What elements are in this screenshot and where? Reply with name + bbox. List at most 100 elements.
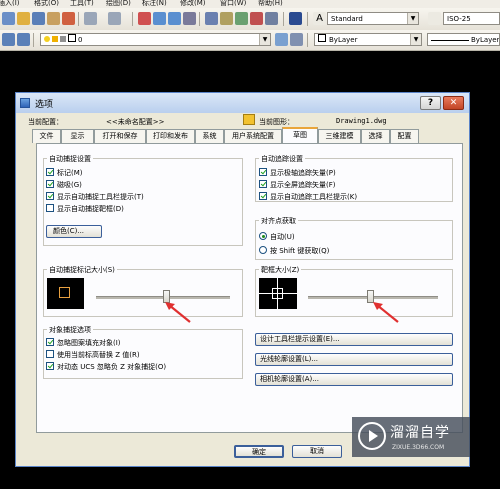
color-button[interactable]: 颜色(C)...	[46, 225, 102, 238]
shift-acquire-radio[interactable]	[259, 246, 267, 254]
autotrack-tooltip-checkbox[interactable]	[259, 192, 267, 200]
tool-palette-icon[interactable]	[235, 12, 248, 25]
dialog-title-bar[interactable]: 选项 ? ✕	[16, 93, 469, 113]
new-icon[interactable]	[2, 12, 15, 25]
tab-plot-publish[interactable]: 打印和发布	[146, 129, 195, 143]
dim-style-icon[interactable]	[428, 12, 441, 25]
autosnap-tooltip-checkbox[interactable]	[46, 192, 54, 200]
design-center-icon[interactable]	[220, 12, 233, 25]
separator	[307, 12, 308, 26]
polar-tracking-checkbox[interactable]	[259, 168, 267, 176]
shift-acquire-label: 按 Shift 键获取(Q)	[270, 247, 330, 255]
marker-size-group: 自动捕捉标记大小(S)	[43, 265, 243, 323]
text-style-combo[interactable]: Standard ▼	[327, 12, 419, 25]
menu-modify[interactable]: 修改(M)	[180, 0, 206, 8]
replace-z-checkbox[interactable]	[46, 350, 54, 358]
options-dialog: 选项 ? ✕ 当前配置： <<未命名配置>> 当前图形： Drawing1.dw…	[15, 92, 470, 467]
magnet-checkbox[interactable]	[46, 180, 54, 188]
chevron-down-icon[interactable]: ▼	[410, 34, 421, 45]
app-icon	[20, 98, 30, 108]
marker-preview	[47, 278, 84, 309]
current-drawing-value: Drawing1.dwg	[336, 117, 387, 125]
tab-user-preferences[interactable]: 用户系统配置	[224, 129, 282, 143]
marker-size-title: 自动捕捉标记大小(S)	[47, 265, 117, 275]
layer-combo[interactable]: 0 ▼	[40, 33, 271, 46]
separator	[199, 12, 200, 26]
light-glyph-settings-button[interactable]: 光线轮廓设置(L)...	[255, 353, 453, 366]
tab-selection[interactable]: 选择	[361, 129, 390, 143]
redo-icon[interactable]	[108, 12, 121, 25]
ok-button[interactable]: 确定	[234, 445, 284, 458]
magnet-label: 磁吸(G)	[57, 181, 82, 189]
red-arrow-annotation	[373, 302, 399, 323]
separator	[78, 12, 79, 26]
layer-manager-icon[interactable]	[2, 33, 15, 46]
open-icon[interactable]	[17, 12, 30, 25]
tooltip-settings-button[interactable]: 设计工具栏提示设置(E)...	[255, 333, 453, 346]
alignment-acquisition-title: 对齐点获取	[259, 216, 298, 226]
layer-previous-icon[interactable]	[290, 33, 303, 46]
tab-files[interactable]: 文件	[32, 129, 61, 143]
tab-profiles[interactable]: 配置	[390, 129, 419, 143]
marker-label: 标记(M)	[57, 169, 83, 177]
tab-system[interactable]: 系统	[195, 129, 224, 143]
calculator-icon[interactable]	[265, 12, 278, 25]
menu-help[interactable]: 帮助(H)	[258, 0, 283, 8]
object-snap-options-group: 对象捕捉选项 忽略图案填充对象(I) 使用当前标高替换 Z 值(R) 对动态 U…	[43, 325, 243, 379]
brush-icon[interactable]	[47, 12, 60, 25]
current-profile-value: <<未命名配置>>	[106, 118, 165, 126]
ignore-hatch-label: 忽略图案填充对象(I)	[57, 339, 121, 347]
menu-format[interactable]: 格式(O)	[34, 0, 59, 8]
ignore-hatch-checkbox[interactable]	[46, 338, 54, 346]
pen-icon[interactable]	[62, 12, 75, 25]
sun-icon	[52, 36, 58, 42]
marker-checkbox[interactable]	[46, 168, 54, 176]
zoom-window-icon[interactable]	[168, 12, 181, 25]
drafting-panel: 自动捕捉设置 标记(M) 磁吸(G) 显示自动捕捉工具栏提示(T) 显示自动捕捉…	[36, 143, 463, 433]
color-swatch-icon	[318, 34, 326, 42]
autotrack-settings-group: 自动追踪设置 显示极轴追踪矢量(P) 显示全屏追踪矢量(F) 显示自动追踪工具栏…	[255, 154, 453, 202]
help-button[interactable]: ?	[420, 96, 441, 110]
chevron-down-icon[interactable]: ▼	[259, 34, 270, 45]
tab-3d-modeling[interactable]: 三维建模	[318, 129, 361, 143]
pan-icon[interactable]	[138, 12, 151, 25]
sheet-set-icon[interactable]	[250, 12, 263, 25]
linetype-combo[interactable]: ByLayer	[427, 33, 500, 46]
zoom-previous-icon[interactable]	[183, 12, 196, 25]
separator	[33, 33, 34, 47]
auto-radio[interactable]	[259, 232, 267, 240]
menu-draw[interactable]: 绘图(D)	[106, 0, 131, 8]
layer-states-icon[interactable]	[17, 33, 30, 46]
cancel-button[interactable]: 取消	[292, 445, 342, 458]
color-combo[interactable]: ByLayer ▼	[314, 33, 422, 46]
polar-tracking-label: 显示极轴追踪矢量(P)	[270, 169, 336, 177]
watermark-title: 溜溜自学	[390, 425, 450, 441]
text-style-icon[interactable]: A	[313, 12, 326, 25]
autosnap-aperture-checkbox[interactable]	[46, 204, 54, 212]
text-style-value: Standard	[331, 15, 363, 23]
make-current-layer-icon[interactable]	[275, 33, 288, 46]
tab-display[interactable]: 显示	[61, 129, 94, 143]
zoom-realtime-icon[interactable]	[153, 12, 166, 25]
tab-drafting[interactable]: 草图	[282, 127, 318, 143]
dim-style-combo[interactable]: ISO-25	[443, 12, 500, 25]
help-icon[interactable]	[289, 12, 302, 25]
menu-insert[interactable]: 插入(I)	[0, 0, 20, 8]
current-profile-label: 当前配置：	[28, 118, 63, 126]
menu-window[interactable]: 窗口(W)	[220, 0, 246, 8]
object-snap-options-title: 对象捕捉选项	[47, 325, 93, 335]
chevron-down-icon[interactable]: ▼	[407, 13, 418, 24]
save-icon[interactable]	[32, 12, 45, 25]
fullscreen-tracking-checkbox[interactable]	[259, 180, 267, 188]
camera-glyph-settings-button[interactable]: 相机轮廓设置(A)...	[255, 373, 453, 386]
tab-open-save[interactable]: 打开和保存	[94, 129, 146, 143]
undo-icon[interactable]	[84, 12, 97, 25]
close-button[interactable]: ✕	[443, 96, 464, 110]
menu-tools[interactable]: 工具(T)	[70, 0, 94, 8]
separator	[283, 12, 284, 26]
ignore-negative-z-checkbox[interactable]	[46, 362, 54, 370]
properties-icon[interactable]	[205, 12, 218, 25]
dialog-title: 选项	[35, 100, 54, 110]
color-value: ByLayer	[329, 36, 358, 44]
menu-dimension[interactable]: 标注(N)	[142, 0, 167, 8]
